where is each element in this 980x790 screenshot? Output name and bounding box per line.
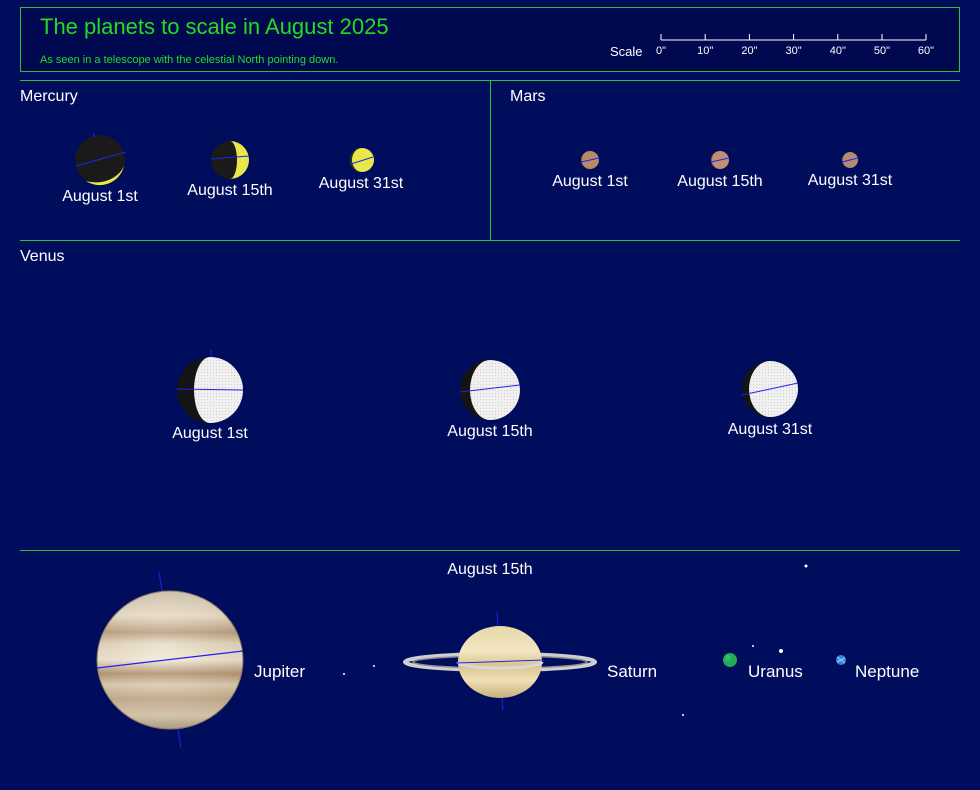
uranus-label: Uranus [748,662,803,681]
saturn-label: Saturn [607,662,658,681]
mars-aug1 [580,151,600,169]
mercury-aug1 [75,132,127,186]
venus-date-1: August 1st [172,425,248,442]
venus-date-3: August 31st [727,421,813,438]
mercury-aug31 [350,148,374,172]
mercury-date-3: August 31st [318,175,404,192]
uranus-drawing [723,653,737,667]
venus-aug1 [176,350,244,423]
mercury-aug15 [210,141,250,179]
saturn-drawing [403,611,597,711]
mercury-date-1: August 1st [62,188,138,205]
jupiter-moon [373,665,375,667]
mars-aug31 [841,152,859,168]
mercury-date-2: August 15th [187,182,273,199]
uranus-moon [779,649,783,653]
jupiter-drawing [96,571,244,749]
outer-planets-date: August 15th [447,561,533,578]
neptune-drawing [836,655,846,665]
mars-date-3: August 31st [807,172,893,189]
venus-aug15 [459,360,521,420]
venus-date-2: August 15th [447,423,533,440]
uranus-moon [752,645,754,647]
jupiter-moon [343,673,345,675]
venus-aug31 [741,361,799,417]
saturn-moon [682,714,684,716]
mars-date-2: August 15th [677,173,763,190]
planet-illustrations [75,132,859,749]
mars-aug15 [710,151,730,169]
jupiter-label: Jupiter [254,662,306,681]
mars-date-1: August 1st [552,173,628,190]
neptune-label: Neptune [855,662,920,681]
saturn-moon [804,564,808,568]
